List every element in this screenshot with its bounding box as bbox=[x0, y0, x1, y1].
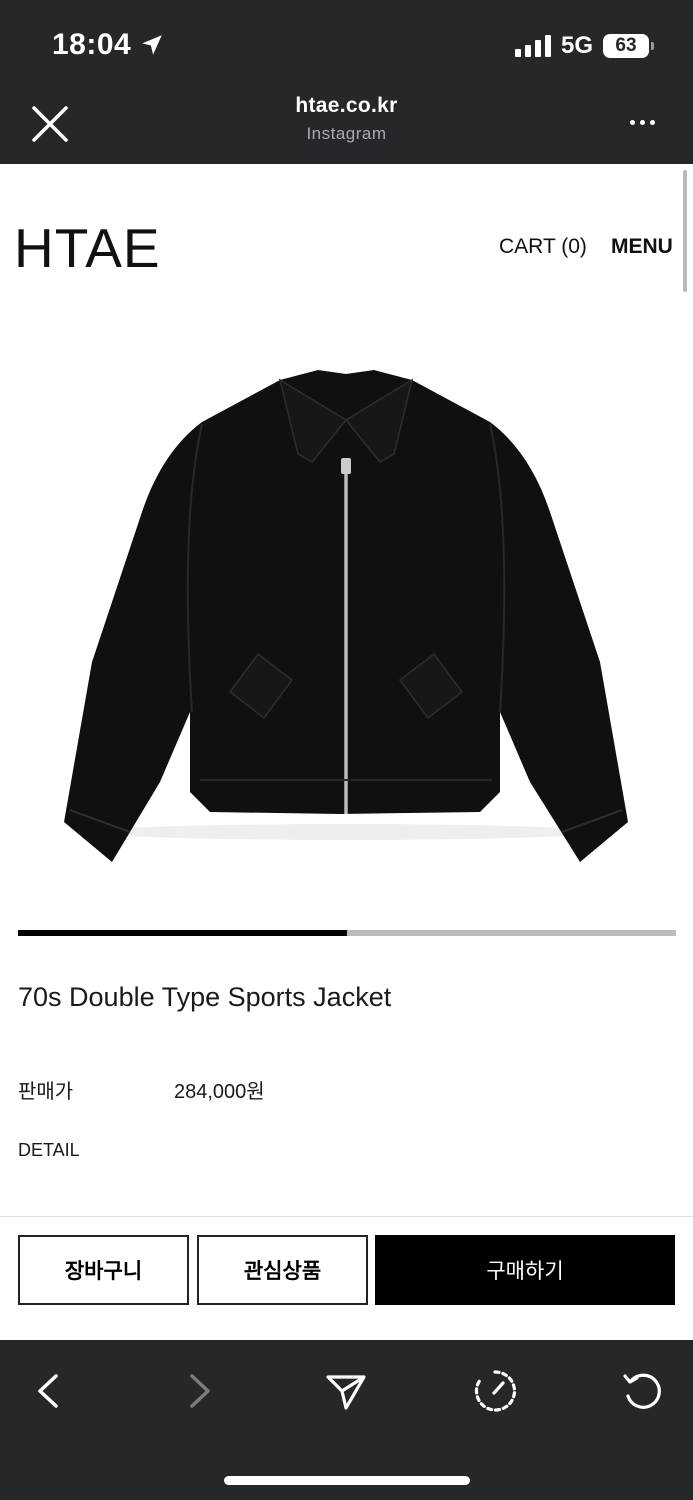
network-type: 5G bbox=[560, 32, 593, 59]
battery-level: 63 bbox=[615, 35, 637, 56]
browser-header: 18:04 5G 63 htae.co.kr Instagram bbox=[0, 0, 693, 164]
page-scrollbar[interactable] bbox=[683, 170, 687, 292]
site-logo[interactable]: HTAE bbox=[14, 216, 161, 280]
wishlist-button[interactable]: 관심상품 bbox=[197, 1235, 368, 1305]
source-label: Instagram bbox=[306, 124, 387, 143]
home-indicator[interactable] bbox=[224, 1476, 470, 1485]
location-arrow-icon bbox=[142, 35, 162, 55]
gallery-progress bbox=[18, 930, 676, 936]
cellular-signal-icon bbox=[514, 35, 551, 57]
detail-link[interactable]: DETAIL bbox=[18, 1140, 80, 1161]
speed-icon[interactable] bbox=[472, 1368, 518, 1414]
price-value: 284,000원 bbox=[174, 1081, 265, 1103]
more-icon[interactable] bbox=[625, 110, 659, 134]
add-to-cart-button[interactable]: 장바구니 bbox=[18, 1235, 189, 1305]
reload-icon[interactable] bbox=[620, 1368, 666, 1414]
cart-link[interactable]: CART (0) bbox=[499, 235, 587, 259]
purchase-action-bar: 장바구니 관심상품 구매하기 bbox=[0, 1216, 693, 1340]
forward-icon[interactable] bbox=[176, 1368, 222, 1414]
url-host[interactable]: htae.co.kr bbox=[0, 94, 693, 118]
menu-button[interactable]: MENU bbox=[611, 235, 673, 259]
gallery-progress-fill bbox=[18, 930, 347, 936]
share-icon[interactable] bbox=[323, 1368, 369, 1414]
app-screen: 18:04 5G 63 htae.co.kr Instagram HTAE CA… bbox=[0, 0, 693, 1500]
status-indicators: 5G 63 bbox=[514, 32, 654, 60]
product-image[interactable] bbox=[60, 362, 632, 874]
status-time-text: 18:04 bbox=[52, 28, 132, 61]
price-label: 판매가 bbox=[18, 1081, 74, 1103]
buy-now-button[interactable]: 구매하기 bbox=[375, 1235, 675, 1305]
status-time: 18:04 bbox=[52, 28, 165, 62]
battery-icon: 63 bbox=[603, 34, 654, 58]
back-icon[interactable] bbox=[26, 1368, 72, 1414]
product-title: 70s Double Type Sports Jacket bbox=[18, 982, 392, 1012]
